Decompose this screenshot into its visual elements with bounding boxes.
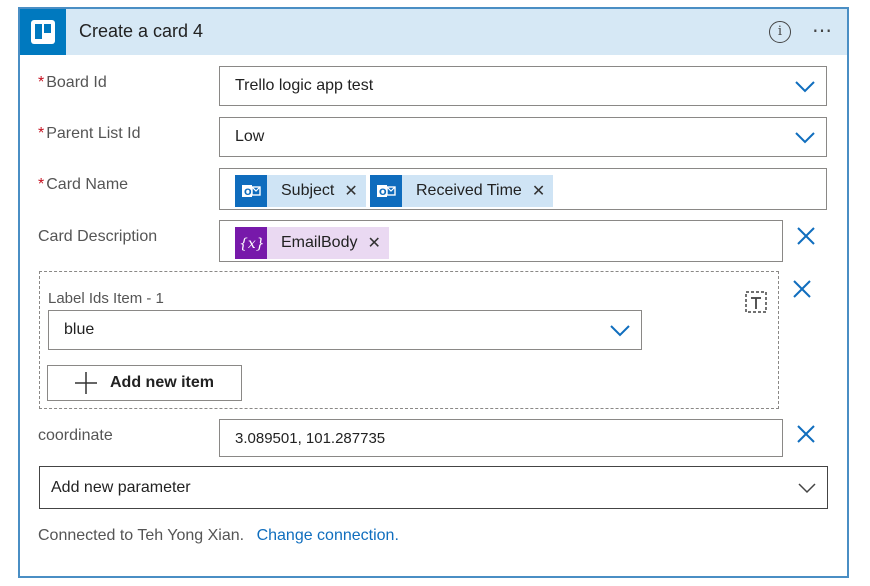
coordinate-value: 3.089501, 101.287735 <box>235 430 386 447</box>
chevron-down-icon <box>610 325 630 337</box>
label-ids-value: blue <box>64 321 95 338</box>
connection-text: Connected to Teh Yong Xian. <box>38 527 245 544</box>
add-parameter-placeholder: Add new parameter <box>51 479 191 496</box>
change-connection-link[interactable]: Change connection. <box>257 527 399 544</box>
outlook-icon: O <box>370 175 402 207</box>
label-ids-item-label: Label Ids Item - 1 <box>48 290 164 307</box>
more-options-icon[interactable]: ⋯ <box>812 18 833 43</box>
parent-list-id-dropdown[interactable]: Low <box>219 117 827 157</box>
parent-list-id-label-text: Parent List Id <box>46 125 141 142</box>
board-id-label: * Board Id <box>38 74 107 92</box>
board-id-dropdown[interactable]: Trello logic app test <box>219 66 827 106</box>
svg-text:O: O <box>379 188 387 198</box>
token-received-time[interactable]: O Received Time ✕ <box>370 175 554 207</box>
card-title: Create a card 4 <box>79 21 204 41</box>
outlook-icon: O <box>235 175 267 207</box>
connection-info: Connected to Teh Yong Xian. Change conne… <box>38 527 399 545</box>
plus-icon <box>75 372 97 394</box>
card-header[interactable]: Create a card 4 i ⋯ <box>20 9 847 55</box>
remove-token-icon[interactable]: ✕ <box>532 181 553 201</box>
card-description-input[interactable]: {x} EmailBody ✕ <box>219 220 783 262</box>
remove-field-icon[interactable] <box>795 225 817 247</box>
coordinate-input[interactable]: 3.089501, 101.287735 <box>219 419 783 457</box>
board-id-value: Trello logic app test <box>235 77 374 94</box>
token-label: EmailBody <box>281 234 358 251</box>
add-parameter-dropdown[interactable]: Add new parameter <box>39 466 828 509</box>
add-new-item-label: Add new item <box>110 374 215 391</box>
remove-token-icon[interactable]: ✕ <box>344 181 365 201</box>
remove-field-icon[interactable] <box>795 423 817 445</box>
card-description-label: Card Description <box>38 228 158 245</box>
token-label: Subject <box>281 182 335 199</box>
card-name-label-text: Card Name <box>46 176 129 193</box>
text-mode-icon[interactable] <box>743 289 769 315</box>
required-mark: * <box>38 125 45 142</box>
board-id-label-text: Board Id <box>46 74 107 91</box>
token-subject[interactable]: O Subject ✕ <box>235 175 366 207</box>
coordinate-label: coordinate <box>38 427 113 444</box>
action-card: Create a card 4 i ⋯ * Board Id Trello log… <box>18 7 849 578</box>
variable-icon: {x} <box>235 227 267 259</box>
card-name-input[interactable]: O Subject ✕ O Received Time ✕ <box>219 168 827 210</box>
info-icon[interactable]: i <box>769 21 791 43</box>
required-mark: * <box>38 176 45 193</box>
svg-text:{x}: {x} <box>239 236 264 252</box>
required-mark: * <box>38 74 45 91</box>
chevron-down-icon <box>795 81 815 93</box>
svg-text:O: O <box>244 188 252 198</box>
remove-token-icon[interactable]: ✕ <box>367 233 388 253</box>
label-ids-dropdown[interactable]: blue <box>48 310 642 350</box>
chevron-down-icon <box>798 483 816 494</box>
parent-list-id-value: Low <box>235 128 265 145</box>
chevron-down-icon <box>795 132 815 144</box>
token-label: Received Time <box>416 182 522 199</box>
label-ids-array: Label Ids Item - 1 blue Add new item <box>39 271 779 409</box>
token-emailbody[interactable]: {x} EmailBody ✕ <box>235 227 389 259</box>
add-new-item-button[interactable]: Add new item <box>47 365 242 401</box>
trello-icon <box>20 9 66 55</box>
parent-list-id-label: * Parent List Id <box>38 125 141 143</box>
card-name-label: * Card Name <box>38 176 128 194</box>
remove-array-icon[interactable] <box>791 278 813 300</box>
